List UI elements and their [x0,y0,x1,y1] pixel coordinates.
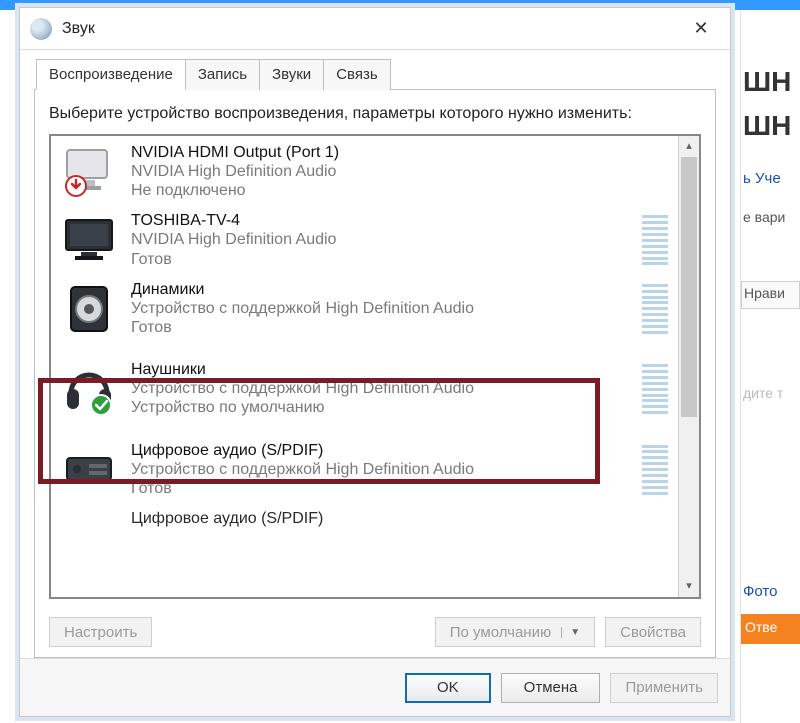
device-driver: NVIDIA High Definition Audio [131,162,668,181]
bg-heading: ШН [741,60,800,104]
instruction-text: Выберите устройство воспроизведения, пар… [49,104,701,124]
device-driver: Устройство с поддержкой High Definition … [131,460,634,479]
device-driver: NVIDIA High Definition Audio [131,230,634,249]
tab-body: Выберите устройство воспроизведения, пар… [34,89,716,658]
scroll-track[interactable] [679,157,699,576]
device-name: TOSHIBA-TV-4 [131,212,634,230]
level-meter [642,442,668,498]
device-list: NVIDIA HDMI Output (Port 1) NVIDIA High … [49,134,701,599]
tab-record[interactable]: Запись [185,59,260,90]
configure-button[interactable]: Настроить [49,617,152,647]
device-item[interactable]: Динамики Устройство с поддержкой High De… [51,275,678,343]
level-meter [642,361,668,417]
bg-placeholder: дите т [741,379,800,407]
speaker-icon [61,281,117,337]
headphones-icon [61,361,117,417]
device-status: Готов [131,318,634,337]
sound-dialog: Звук ✕ Воспроизведение Запись Звуки Связ… [19,7,731,717]
device-status: Готов [131,250,634,269]
tab-bottom-row: Настроить По умолчанию ▼ Свойства [49,599,701,647]
level-meter [642,281,668,337]
scroll-up-arrow-icon[interactable]: ▴ [679,136,699,157]
bg-answer-button[interactable]: Отве [741,614,800,644]
bg-heading: ШН [741,104,800,148]
set-default-button[interactable]: По умолчанию ▼ [435,617,595,647]
chevron-down-icon: ▼ [561,627,580,638]
device-item[interactable]: TOSHIBA-TV-4 NVIDIA High Definition Audi… [51,206,678,274]
device-item[interactable]: Цифровое аудио (S/PDIF) Устройство с под… [51,436,678,504]
close-button[interactable]: ✕ [678,13,724,45]
monitor-unplugged-icon [61,144,117,200]
dialog-title: Звук [62,20,678,38]
device-status: Готов [131,479,634,498]
tv-icon [61,212,117,268]
titlebar[interactable]: Звук ✕ [20,8,730,50]
close-icon: ✕ [693,18,708,39]
device-status: Не подключено [131,181,668,200]
ok-button[interactable]: OK [405,673,491,703]
device-name: Наушники [131,361,634,379]
device-list-inner[interactable]: NVIDIA HDMI Output (Port 1) NVIDIA High … [51,136,678,597]
tab-container: Воспроизведение Запись Звуки Связь Выбер… [20,50,730,658]
device-item[interactable]: Наушники Устройство с поддержкой High De… [51,343,678,435]
bg-photo-link[interactable]: Фото [741,577,800,606]
device-item[interactable]: NVIDIA HDMI Output (Port 1) NVIDIA High … [51,138,678,206]
device-name: Цифровое аудио (S/PDIF) [131,442,634,460]
background-page: ШН ШН ь Уче е вари Нрави дите т Фото Отв… [740,0,800,723]
tab-playback[interactable]: Воспроизведение [36,59,186,90]
device-driver: Устройство с поддержкой High Definition … [131,379,634,398]
apply-button[interactable]: Применить [610,673,718,703]
device-name: Динамики [131,281,634,299]
bg-like-button[interactable]: Нрави [741,281,800,309]
device-status: Устройство по умолчанию [131,398,634,417]
tab-strip: Воспроизведение Запись Звуки Связь [36,58,716,89]
sound-icon [30,18,52,40]
level-meter [642,212,668,268]
device-driver: Устройство с поддержкой High Definition … [131,299,634,318]
scroll-thumb[interactable] [681,157,697,417]
tab-comm[interactable]: Связь [323,59,390,90]
device-item[interactable]: Цифровое аудио (S/PDIF) [51,504,678,572]
set-default-label: По умолчанию [450,624,551,641]
device-name: NVIDIA HDMI Output (Port 1) [131,144,668,162]
device-name: Цифровое аудио (S/PDIF) [131,510,668,528]
tab-sounds[interactable]: Звуки [259,59,324,90]
receiver-icon [61,510,117,566]
cancel-button[interactable]: Отмена [501,673,601,703]
scroll-down-arrow-icon[interactable]: ▾ [679,576,699,597]
properties-button[interactable]: Свойства [605,617,701,647]
receiver-icon [61,442,117,498]
bg-login-link[interactable]: ь Уче [741,164,800,193]
bg-text: е вари [741,203,800,231]
scrollbar[interactable]: ▴ ▾ [678,136,699,597]
sound-dialog-frame: Звук ✕ Воспроизведение Запись Звуки Связ… [15,3,735,721]
dialog-button-row: OK Отмена Применить [20,658,730,716]
